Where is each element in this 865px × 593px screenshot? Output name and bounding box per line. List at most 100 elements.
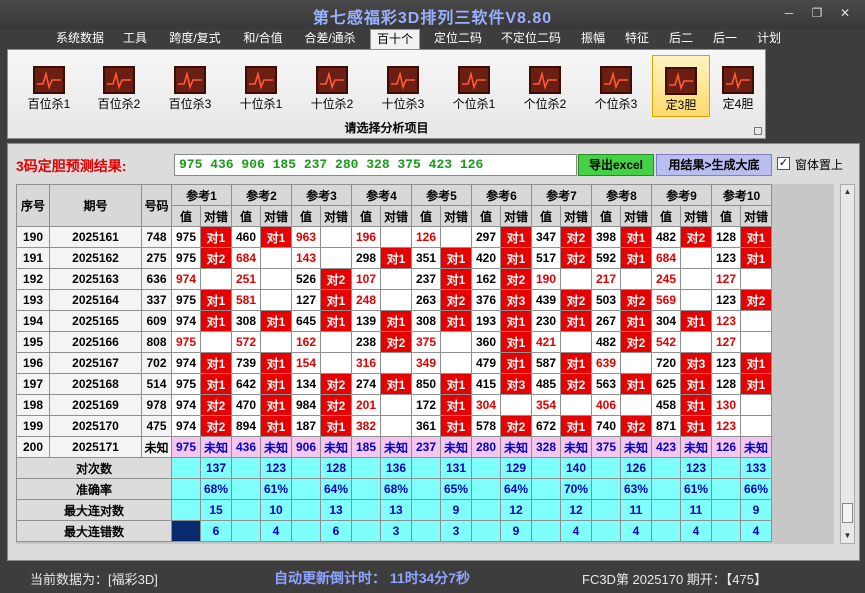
ref-value: 190 (531, 268, 561, 290)
ref-mark: 对2 (620, 415, 652, 437)
stats-value: 133 (740, 457, 772, 479)
table-row[interactable]: 194 2025165 609 974 对1 308 对1 645 对1 139 对1 308 对1 19… (16, 310, 772, 332)
stats-value: 4 (680, 520, 712, 542)
ref-mark (260, 289, 292, 311)
stats-value: 4 (560, 520, 592, 542)
menu-span-compound[interactable]: 跨度/复式 (163, 29, 227, 49)
ribbon-expand-icon[interactable] (754, 127, 762, 135)
chart-icon (722, 66, 754, 94)
subheader-mark: 对错 (440, 205, 472, 227)
menu-plan[interactable]: 计划 (752, 29, 786, 49)
table-row[interactable]: 196 2025167 702 974 对1 739 对1 154 316 349 479 对1 587… (16, 352, 772, 374)
ribbon-button-8[interactable]: 个位杀2 (516, 55, 574, 117)
menu-system-data[interactable]: 系统数据 (52, 29, 108, 49)
ref-mark (320, 247, 352, 269)
table-row[interactable]: 193 2025164 337 975 对1 581 127 对1 248 263 对2 376 对3 4… (16, 289, 772, 311)
scroll-thumb[interactable] (842, 503, 853, 523)
ref-value: 304 (651, 310, 681, 332)
stats-spacer (531, 457, 561, 479)
table-row[interactable]: 199 2025170 475 974 对2 894 对1 187 对1 382 361 对1 578 对… (16, 415, 772, 437)
ribbon-button-7[interactable]: 个位杀1 (445, 55, 503, 117)
ref-value: 398 (591, 226, 621, 248)
menu-positions[interactable]: 百十个 (370, 29, 420, 49)
stats-value: 11 (620, 499, 652, 521)
ribbon-button-9[interactable]: 个位杀3 (587, 55, 645, 117)
ref-mark: 对1 (560, 352, 592, 374)
ribbon-button-2[interactable]: 百位杀2 (90, 55, 148, 117)
stats-spacer (711, 478, 741, 500)
pending-mark: 未知 (200, 436, 232, 458)
ribbon-button-4[interactable]: 十位杀1 (232, 55, 290, 117)
ref-value: 639 (591, 352, 621, 374)
ref-mark: 对1 (680, 394, 712, 416)
window-ontop-checkbox[interactable]: ✓ (777, 157, 790, 170)
chart-icon (33, 66, 65, 94)
menu-last-two[interactable]: 后二 (664, 29, 698, 49)
stats-label: 准确率 (16, 478, 172, 500)
stats-value: 15 (200, 499, 232, 521)
restore-button[interactable]: ❐ (804, 4, 830, 22)
table-row[interactable]: 197 2025168 514 975 对1 642 对1 134 对2 274 对1 850 对1 41… (16, 373, 772, 395)
pending-value: 328 (531, 436, 561, 458)
subheader-mark: 对错 (740, 205, 772, 227)
ref-value: 458 (651, 394, 681, 416)
ribbon-caption: 请选择分析项目 (344, 121, 429, 135)
ribbon-button-11[interactable]: 定4胆 (709, 55, 767, 117)
generate-base-button[interactable]: 用结果>生成大底 (656, 154, 772, 176)
stats-spacer (291, 478, 321, 500)
stats-spacer (351, 499, 381, 521)
ref-mark: 对2 (560, 373, 592, 395)
subheader-value: 值 (711, 205, 741, 227)
ref-value: 217 (591, 268, 621, 290)
window-title: 第七感福彩3D排列三软件V8.80 (312, 10, 553, 27)
row-number: 748 (141, 226, 172, 248)
ref-value: 739 (231, 352, 261, 374)
pending-mark: 未知 (320, 436, 352, 458)
menu-diff-kill[interactable]: 合差/通杀 (298, 29, 362, 49)
ribbon-button-6[interactable]: 十位杀3 (374, 55, 432, 117)
stats-value: 9 (740, 499, 772, 521)
table-row[interactable]: 191 2025162 275 975 对2 684 143 298 对1 351 对1 420 对1 5… (16, 247, 772, 269)
stats-spacer (711, 520, 741, 542)
export-excel-button[interactable]: 导出excel (578, 154, 654, 176)
ribbon-button-10[interactable]: 定3胆 (652, 55, 710, 117)
menu-last-one[interactable]: 后一 (708, 29, 742, 49)
pending-row[interactable]: 200 2025171 未知 975 未知 436 未知 906 未知 185 未知 237 未知 280… (16, 436, 772, 458)
menu-sum[interactable]: 和/合值 (236, 29, 290, 49)
ref-value: 267 (591, 310, 621, 332)
ref-value: 482 (651, 226, 681, 248)
menu-tools[interactable]: 工具 (118, 29, 152, 49)
ref-value: 127 (291, 289, 321, 311)
menu-amplitude[interactable]: 振幅 (576, 29, 610, 49)
close-button[interactable]: ✕ (832, 4, 858, 22)
vertical-scrollbar[interactable]: ▲ ▼ (840, 184, 855, 544)
scroll-down-icon[interactable]: ▼ (841, 529, 854, 543)
stats-value: 137 (200, 457, 232, 479)
ribbon-button-5[interactable]: 十位杀2 (303, 55, 361, 117)
ribbon-button-label: 百位杀3 (168, 97, 212, 111)
ref-mark: 对1 (620, 226, 652, 248)
ref-mark: 对2 (680, 226, 712, 248)
ref-value: 172 (411, 394, 441, 416)
header-ref: 参考7 (531, 184, 592, 206)
ref-value: 123 (711, 415, 741, 437)
scroll-up-icon[interactable]: ▲ (841, 185, 854, 199)
table-row[interactable]: 190 2025161 748 975 对1 460 对1 963 196 126 297 对1 347… (16, 226, 772, 248)
table-row[interactable]: 195 2025166 808 975 572 162 238 对2 375 360 对1 421 48… (16, 331, 772, 353)
menu-unfixed-two[interactable]: 不定位二码 (495, 29, 567, 49)
ribbon-button-label: 个位杀1 (452, 97, 496, 111)
prediction-values-field[interactable]: 975 436 906 185 237 280 328 375 423 126 (174, 154, 577, 176)
table-row[interactable]: 198 2025169 978 974 对2 470 对1 984 对2 201 172 对1 304 3… (16, 394, 772, 416)
menu-feature[interactable]: 特征 (620, 29, 654, 49)
minimize-button[interactable]: ─ (776, 4, 802, 22)
ribbon-panel: 百位杀1 百位杀2 百位杀3 十位杀1 十位杀2 十位杀3 个位杀1 个位杀2 个位杀3 定3胆 定… (7, 49, 766, 139)
table-row[interactable]: 192 2025163 636 974 251 526 对2 107 237 对1 162 对2 190… (16, 268, 772, 290)
ribbon-button-3[interactable]: 百位杀3 (161, 55, 219, 117)
stats-value: 13 (320, 499, 352, 521)
stats-value: 3 (440, 520, 472, 542)
ref-mark: 对1 (260, 310, 292, 332)
subheader-value: 值 (651, 205, 681, 227)
menu-fixed-two[interactable]: 定位二码 (429, 29, 487, 49)
pending-mark: 未知 (560, 436, 592, 458)
ribbon-button-1[interactable]: 百位杀1 (20, 55, 78, 117)
